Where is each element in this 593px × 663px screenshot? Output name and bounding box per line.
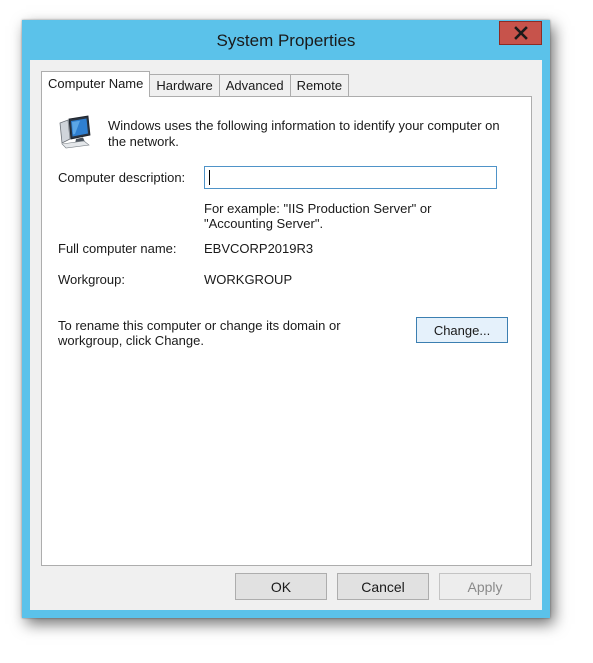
description-hint: For example: "IIS Production Server" or … [204,201,432,231]
computer-icon [56,115,94,154]
tab-computer-name[interactable]: Computer Name [41,71,151,97]
close-button[interactable] [499,21,542,45]
close-icon [513,26,528,40]
dialog-client-area: Computer Name Hardware Advanced Remote W… [30,60,542,610]
change-button[interactable]: Change... [416,317,508,343]
cancel-button[interactable]: Cancel [337,573,429,600]
workgroup-label: Workgroup: [58,272,125,287]
window-title: System Properties [216,31,356,50]
title-bar[interactable]: System Properties [22,20,550,60]
tab-advanced[interactable]: Advanced [218,74,291,96]
full-computer-name-label: Full computer name: [58,241,177,256]
apply-button[interactable]: Apply [439,573,531,600]
tab-remote[interactable]: Remote [289,74,350,96]
computer-description-input[interactable] [204,166,497,189]
rename-instructions: To rename this computer or change its do… [58,318,341,348]
system-properties-window: System Properties Computer Name Hardware… [22,20,550,618]
ok-button[interactable]: OK [235,573,327,600]
text-caret [209,170,210,185]
computer-description-label: Computer description: [58,170,186,185]
workgroup-value: WORKGROUP [204,272,293,287]
tab-strip: Computer Name Hardware Advanced Remote [41,71,350,97]
full-computer-name-value: EBVCORP2019R3 [204,241,314,256]
intro-text: Windows uses the following information t… [108,118,500,149]
computer-name-panel: Windows uses the following information t… [41,96,532,566]
tab-hardware[interactable]: Hardware [149,74,220,96]
